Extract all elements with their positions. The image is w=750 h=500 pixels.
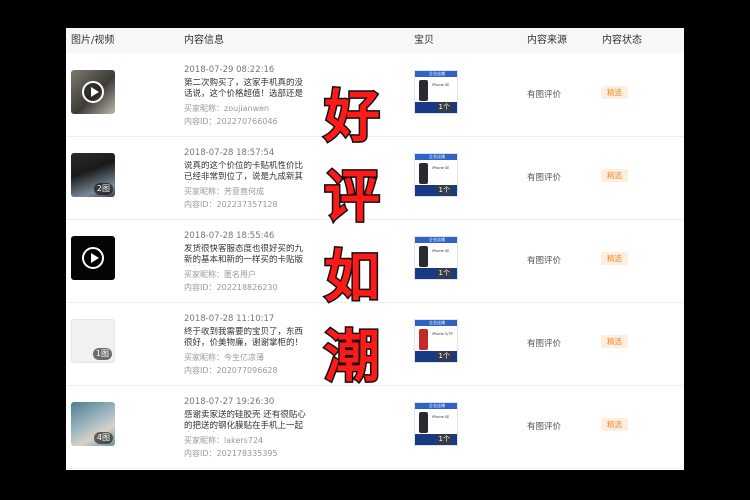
content-source: 有图评价 <box>527 422 562 432</box>
review-photo-thumbnail[interactable]: 4图 <box>71 402 115 446</box>
header-info: 内容信息 <box>184 35 224 46</box>
status-badge: 精选 <box>601 169 628 182</box>
buyer-nickname: 买家昵称：lakers724 <box>184 436 264 445</box>
photo-count-badge: 2图 <box>93 183 113 195</box>
content-source: 有图评价 <box>527 173 562 183</box>
content-source: 有图评价 <box>527 90 562 100</box>
content-id: 内容ID：202218826230 <box>184 283 278 292</box>
status-badge: 精选 <box>601 418 628 431</box>
review-text: 说真的这个价位的卡贴机性价比已经非常到位了，说是九成新其实和全… <box>184 161 304 182</box>
item-count-badge: 1个 <box>436 434 452 444</box>
review-text: 第二次购买了，这家手机真的没话说，这个价格超值！选部还是绝版… <box>184 78 304 99</box>
content-source: 有图评价 <box>527 256 562 266</box>
item-thumbnail[interactable]: 企业店铺 iPhone SE 1个 <box>414 70 458 114</box>
review-date: 2018-07-28 18:55:46 <box>184 231 275 241</box>
buyer-nickname: 买家昵称：zoujianwen <box>184 104 270 113</box>
review-table-panel: 图片/视频 内容信息 宝贝 内容来源 内容状态 2018-07-29 08:22… <box>66 28 684 470</box>
content-id: 内容ID：202237357128 <box>184 200 278 209</box>
review-video-thumbnail[interactable] <box>71 236 115 280</box>
table-row: 2018-07-28 18:55:46 发货很快客服态度也很好买的九新的基本和新… <box>66 220 684 303</box>
content-id: 内容ID：202270766046 <box>184 117 278 126</box>
content-source: 有图评价 <box>527 339 562 349</box>
photo-count-badge: 1图 <box>92 348 112 360</box>
review-date: 2018-07-28 11:10:17 <box>184 314 275 324</box>
buyer-nickname: 买家昵称：今生亿凉薄 <box>184 353 264 362</box>
table-row: 2图 2018-07-28 18:57:54 说真的这个价位的卡贴机性价比已经非… <box>66 137 684 220</box>
item-count-badge: 1个 <box>436 102 452 112</box>
table-row: 4图 2018-07-27 19:26:30 感谢卖家送的硅胶壳 还有很贴心的把… <box>66 386 684 469</box>
header-media: 图片/视频 <box>71 35 115 46</box>
play-icon[interactable] <box>82 247 104 269</box>
status-badge: 精选 <box>601 86 628 99</box>
status-badge: 精选 <box>601 335 628 348</box>
review-text: 发货很快客服态度也很好买的九新的基本和新的一样买的卡贴版的插卡… <box>184 244 304 265</box>
review-video-thumbnail[interactable] <box>71 70 115 114</box>
item-thumbnail[interactable]: 企业店铺 iPhone SE 1个 <box>414 153 458 197</box>
review-date: 2018-07-29 08:22:16 <box>184 65 275 75</box>
table-header: 图片/视频 内容信息 宝贝 内容来源 内容状态 <box>66 28 684 53</box>
status-badge: 精选 <box>601 252 628 265</box>
item-thumbnail[interactable]: 企业店铺 iPhone SE 1个 <box>414 236 458 280</box>
item-count-badge: 1个 <box>436 351 452 361</box>
review-text: 感谢卖家送的硅胶壳 还有很贴心的把送的钢化膜贴在手机上一起发了过来 <box>184 410 306 431</box>
review-text: 终于收到我需要的宝贝了，东西很好，价美物廉，谢谢掌柜的！说实… <box>184 327 304 348</box>
item-thumbnail[interactable]: 企业店铺 iPhone 5/7P 1个 <box>414 319 458 363</box>
buyer-nickname: 买家昵称：芳意竟何成 <box>184 187 264 196</box>
item-thumbnail[interactable]: 企业店铺 iPhone SE 1个 <box>414 402 458 446</box>
header-item: 宝贝 <box>414 35 434 46</box>
content-id: 内容ID：202077096628 <box>184 366 278 375</box>
item-count-badge: 1个 <box>436 268 452 278</box>
review-date: 2018-07-28 18:57:54 <box>184 148 275 158</box>
content-id: 内容ID：202178335395 <box>184 449 278 458</box>
header-status: 内容状态 <box>602 35 642 46</box>
play-icon[interactable] <box>82 81 104 103</box>
buyer-nickname: 买家昵称：匿名用户 <box>184 270 256 279</box>
table-row: 1图 2018-07-28 11:10:17 终于收到我需要的宝贝了，东西很好，… <box>66 303 684 386</box>
review-photo-thumbnail[interactable]: 1图 <box>71 319 115 363</box>
photo-count-badge: 4图 <box>93 432 113 444</box>
table-row: 2018-07-29 08:22:16 第二次购买了，这家手机真的没话说，这个价… <box>66 54 684 137</box>
header-source: 内容来源 <box>527 35 567 46</box>
review-date: 2018-07-27 19:26:30 <box>184 397 275 407</box>
review-photo-thumbnail[interactable]: 2图 <box>71 153 115 197</box>
item-count-badge: 1个 <box>436 185 452 195</box>
